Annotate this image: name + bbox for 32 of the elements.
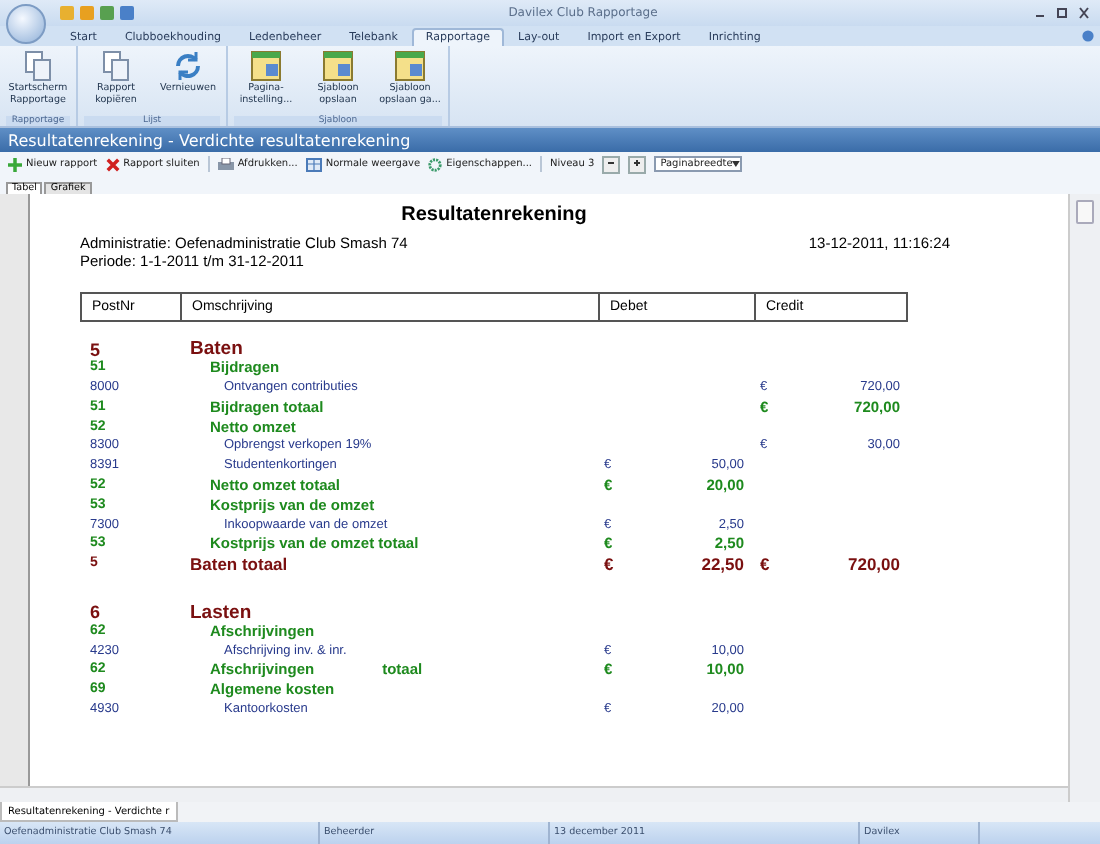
account-number: 6 — [88, 602, 103, 623]
amount: 22,50 — [701, 553, 744, 574]
plus-icon — [8, 157, 22, 171]
horizontal-scrollbar[interactable] — [0, 786, 1068, 802]
template-icon — [322, 50, 354, 82]
document-title: Resultatenrekening - Verdichte resultatenrekening — [0, 128, 1100, 152]
collapse-button[interactable] — [602, 155, 621, 173]
template-icon — [250, 50, 282, 82]
caret-icon — [732, 160, 741, 168]
account-description: Baten — [190, 338, 243, 360]
settings-icon — [428, 157, 443, 171]
currency-sign: € — [604, 553, 614, 574]
account-description: Baten totaal — [190, 553, 288, 574]
minus-icon — [606, 157, 617, 167]
amount: 720,00 — [848, 553, 900, 574]
template-icon — [394, 50, 426, 82]
pages-icon — [102, 50, 130, 82]
close-icon — [105, 157, 120, 171]
account-description: Lasten — [190, 601, 252, 624]
plus-icon — [632, 157, 643, 167]
expand-button[interactable] — [628, 155, 647, 173]
report-title: Resultatenrekening — [399, 204, 589, 226]
app-menu-icon[interactable] — [6, 4, 46, 44]
table-icon — [305, 157, 322, 171]
printer-icon — [217, 157, 234, 171]
refresh-icon — [172, 50, 204, 82]
vertical-scrollbar[interactable] — [1068, 194, 1100, 802]
close-icon[interactable] — [1076, 6, 1092, 20]
pages-icon — [24, 50, 52, 82]
currency-sign: € — [760, 553, 770, 574]
maximize-icon[interactable] — [1054, 6, 1070, 20]
account-number: 5 — [88, 339, 103, 359]
